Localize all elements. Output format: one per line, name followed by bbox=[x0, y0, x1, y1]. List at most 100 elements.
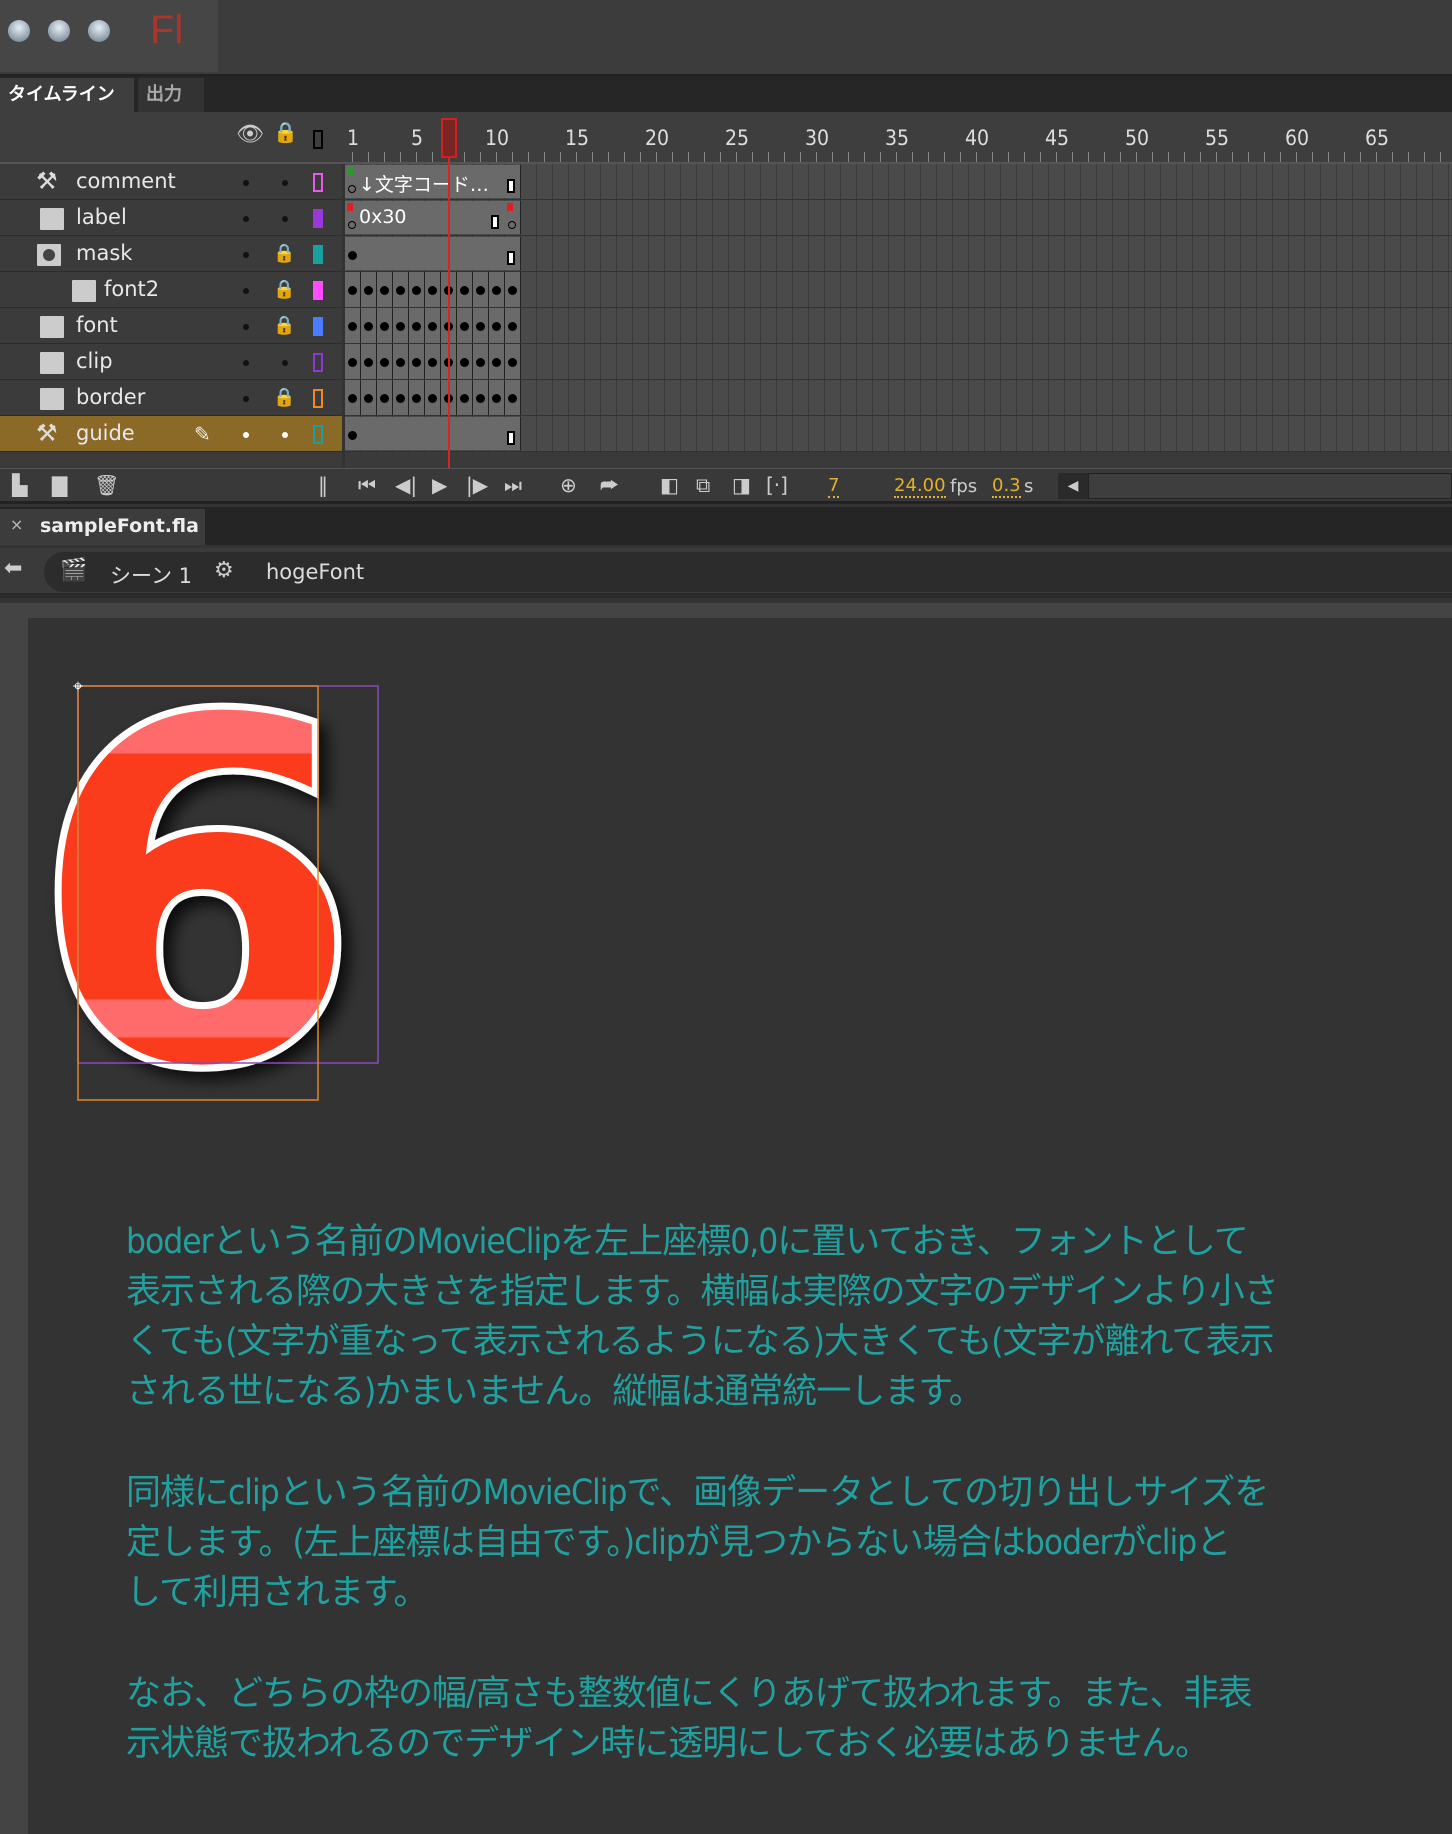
layer-name-cell[interactable]: ⚒ guide ✎ bbox=[0, 416, 342, 452]
layer-name-cell[interactable]: clip bbox=[0, 344, 342, 380]
frame-rate[interactable]: 24.00 bbox=[894, 476, 946, 498]
new-layer-icon[interactable]: ▙ bbox=[12, 473, 27, 497]
outline-color-swatch[interactable] bbox=[313, 245, 323, 264]
keyframe[interactable] bbox=[393, 272, 409, 307]
layer-row-clip[interactable]: clip bbox=[0, 344, 1452, 380]
frame-track[interactable] bbox=[345, 344, 1452, 380]
keyframe[interactable] bbox=[489, 380, 505, 415]
keyframe[interactable] bbox=[409, 380, 425, 415]
layer-row-label[interactable]: label 0x30 bbox=[0, 200, 1452, 236]
keyframe[interactable] bbox=[393, 344, 409, 379]
outline-color-swatch[interactable] bbox=[313, 353, 323, 372]
breadcrumb-symbol[interactable]: hogeFont bbox=[266, 560, 364, 584]
keyframe[interactable] bbox=[489, 272, 505, 307]
visibility-toggle[interactable] bbox=[243, 252, 249, 258]
keyframe[interactable] bbox=[361, 272, 377, 307]
close-tab-icon[interactable]: × bbox=[10, 515, 23, 534]
layer-row-guide[interactable]: ⚒ guide ✎ bbox=[0, 416, 1452, 452]
window-close-button[interactable] bbox=[8, 20, 30, 42]
lock-icon[interactable]: 🔒 bbox=[273, 315, 295, 336]
outline-color-swatch[interactable] bbox=[313, 317, 323, 336]
eye-icon[interactable]: 👁 bbox=[236, 122, 264, 147]
window-minimize-button[interactable] bbox=[48, 20, 70, 42]
keyframe[interactable] bbox=[505, 380, 521, 415]
frame-track[interactable] bbox=[345, 272, 1452, 308]
trash-icon[interactable]: 🗑 bbox=[94, 473, 119, 497]
center-frame-icon[interactable]: ⊕ bbox=[560, 473, 577, 497]
onion-skin-outlines-icon[interactable]: ⧉ bbox=[696, 473, 710, 497]
keyframe[interactable] bbox=[361, 380, 377, 415]
lock-toggle[interactable] bbox=[282, 180, 288, 186]
lock-toggle[interactable] bbox=[282, 360, 288, 366]
go-to-first-icon[interactable]: ⏮ bbox=[358, 473, 376, 497]
frame-track[interactable] bbox=[345, 236, 1452, 272]
playhead[interactable] bbox=[441, 118, 457, 158]
tab-output[interactable]: 出力 bbox=[138, 78, 204, 112]
step-forward-icon[interactable]: |▶ bbox=[466, 473, 488, 497]
keyframe[interactable] bbox=[505, 344, 521, 379]
frame-span[interactable] bbox=[345, 417, 521, 450]
resize-handle-icon[interactable]: ‖ bbox=[318, 473, 328, 497]
frame-ruler[interactable]: 👁 🔒 1 5 10 15 20 25 30 35 40 45 50 55 60 65 bbox=[0, 112, 1452, 164]
frame-track[interactable] bbox=[345, 416, 1452, 452]
outline-color-swatch[interactable] bbox=[313, 209, 323, 228]
layer-name-cell[interactable]: font 🔒 bbox=[0, 308, 342, 344]
document-tab[interactable]: × sampleFont.fla bbox=[0, 509, 205, 545]
lock-icon[interactable]: 🔒 bbox=[273, 279, 295, 300]
lock-icon[interactable]: 🔒 bbox=[273, 387, 295, 408]
keyframe[interactable] bbox=[473, 308, 489, 343]
visibility-toggle[interactable] bbox=[243, 396, 249, 402]
step-back-icon[interactable]: ◀| bbox=[395, 473, 417, 497]
lock-toggle[interactable] bbox=[282, 216, 288, 222]
keyframe[interactable] bbox=[425, 344, 441, 379]
keyframe[interactable] bbox=[345, 380, 361, 415]
window-zoom-button[interactable] bbox=[88, 20, 110, 42]
frame-span[interactable] bbox=[345, 237, 521, 270]
visibility-toggle[interactable] bbox=[243, 180, 249, 186]
frame-span[interactable]: 0x30 bbox=[345, 201, 521, 234]
tab-timeline[interactable]: タイムライン bbox=[0, 78, 134, 112]
keyframe[interactable] bbox=[345, 308, 361, 343]
keyframe[interactable] bbox=[361, 344, 377, 379]
outline-color-swatch[interactable] bbox=[313, 281, 323, 300]
lock-icon[interactable]: 🔒 bbox=[273, 120, 298, 144]
frame-track[interactable]: 0x30 bbox=[345, 200, 1452, 236]
frame-track[interactable] bbox=[345, 380, 1452, 416]
keyframe[interactable] bbox=[457, 344, 473, 379]
keyframe[interactable] bbox=[345, 272, 361, 307]
keyframe[interactable] bbox=[457, 272, 473, 307]
frame-span[interactable]: ↓文字コード… bbox=[345, 165, 521, 198]
visibility-toggle[interactable] bbox=[243, 288, 249, 294]
keyframe[interactable] bbox=[377, 344, 393, 379]
keyframe[interactable] bbox=[473, 272, 489, 307]
breadcrumb-scene[interactable]: シーン 1 bbox=[110, 560, 192, 590]
onion-skin-icon[interactable]: ◧ bbox=[660, 473, 679, 497]
keyframe[interactable] bbox=[409, 308, 425, 343]
outline-color-swatch[interactable] bbox=[313, 389, 323, 408]
lock-icon[interactable]: 🔒 bbox=[273, 243, 295, 264]
keyframe[interactable] bbox=[377, 272, 393, 307]
layer-row-font[interactable]: font 🔒 bbox=[0, 308, 1452, 344]
keyframe[interactable] bbox=[489, 344, 505, 379]
elapsed-time[interactable]: 0.3 bbox=[992, 476, 1021, 498]
layer-name-cell[interactable]: mask 🔒 bbox=[0, 236, 342, 272]
current-frame[interactable]: 7 bbox=[828, 476, 840, 498]
keyframe[interactable] bbox=[505, 272, 521, 307]
keyframe[interactable] bbox=[393, 380, 409, 415]
onion-markers-icon[interactable]: [·] bbox=[766, 473, 788, 497]
keyframe[interactable] bbox=[505, 308, 521, 343]
keyframe[interactable] bbox=[345, 344, 361, 379]
frame-track[interactable]: ↓文字コード… bbox=[345, 164, 1452, 200]
outline-icon[interactable] bbox=[313, 130, 323, 149]
glyph-six-graphic[interactable]: 6 ⌖ bbox=[28, 618, 448, 1118]
keyframe[interactable] bbox=[409, 272, 425, 307]
visibility-toggle[interactable] bbox=[243, 432, 249, 438]
keyframe[interactable] bbox=[425, 272, 441, 307]
scroll-left-button[interactable]: ◀ bbox=[1058, 473, 1088, 499]
layer-name-cell[interactable]: ⚒ comment bbox=[0, 164, 342, 200]
keyframe[interactable] bbox=[425, 308, 441, 343]
layer-row-mask[interactable]: mask 🔒 bbox=[0, 236, 1452, 272]
keyframe[interactable] bbox=[409, 344, 425, 379]
play-icon[interactable]: ▶ bbox=[432, 473, 447, 497]
frame-track[interactable] bbox=[345, 308, 1452, 344]
